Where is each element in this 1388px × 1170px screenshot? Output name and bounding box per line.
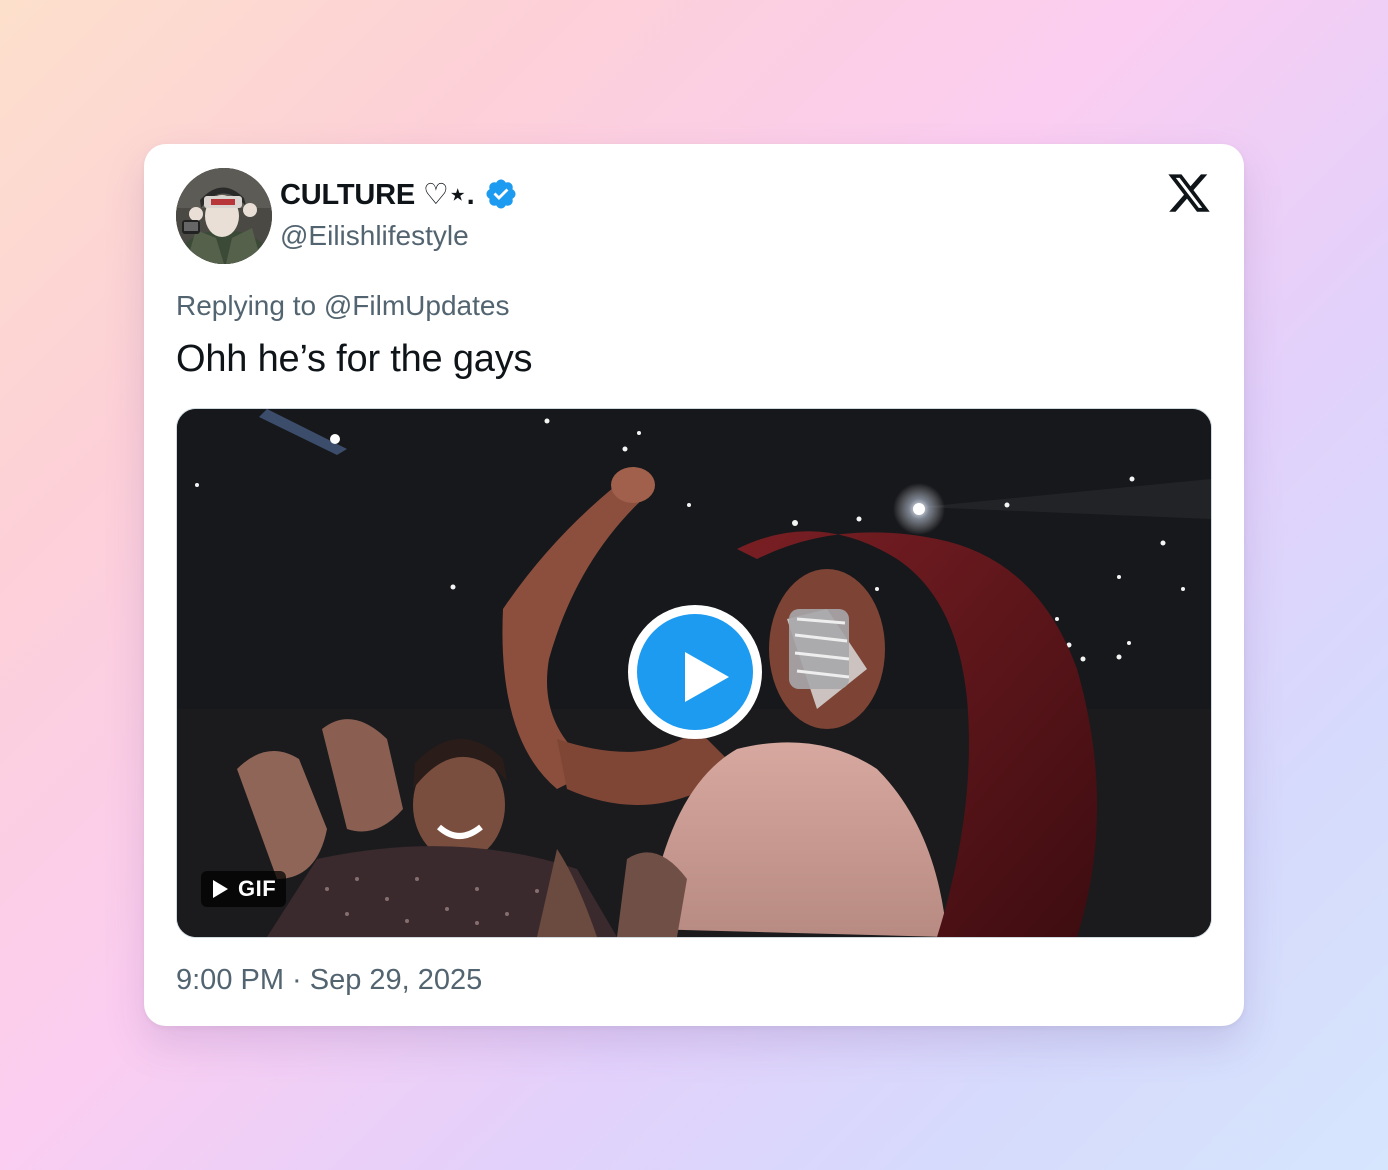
media-gif[interactable]: GIF [176, 408, 1212, 938]
avatar-image [176, 168, 272, 264]
display-name[interactable]: CULTURE ♡⋆. [280, 177, 475, 212]
x-logo-icon[interactable] [1166, 170, 1212, 216]
play-button[interactable] [628, 605, 762, 739]
avatar[interactable] [176, 168, 272, 264]
gif-label: GIF [238, 876, 277, 901]
replying-to[interactable]: Replying to @FilmUpdates [176, 290, 509, 322]
gif-play-icon [213, 880, 228, 898]
play-icon [637, 614, 753, 730]
author-name-row[interactable]: CULTURE ♡⋆. [280, 176, 518, 212]
verified-badge-icon [486, 179, 516, 209]
gif-badge[interactable]: GIF [201, 871, 287, 907]
author-handle[interactable]: @Eilishlifestyle [280, 220, 469, 252]
timestamp[interactable]: 9:00 PM · Sep 29, 2025 [176, 964, 482, 997]
tweet-text: Ohh he’s for the gays [176, 338, 533, 380]
tweet-card: CULTURE ♡⋆. @Eilishlifestyle Replying to… [144, 144, 1244, 1026]
